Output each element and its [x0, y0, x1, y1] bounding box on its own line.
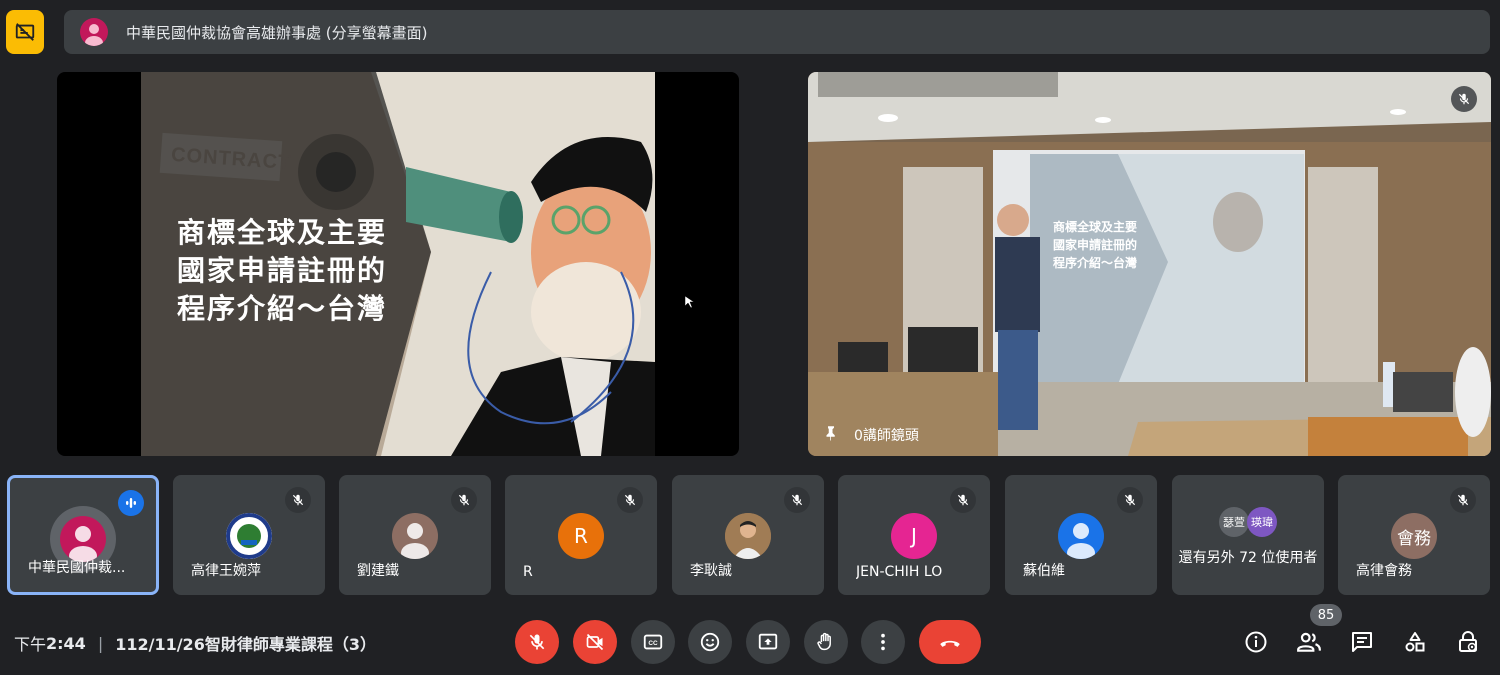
captions-button[interactable]: CC	[631, 620, 675, 664]
participant-name: 還有另外 72 位使用者	[1178, 550, 1318, 566]
participant-count-badge: 85	[1310, 604, 1342, 626]
group-avatar: 瑛瑋	[1247, 507, 1277, 537]
camera-tile[interactable]: 商標全球及主要 國家申請註冊的 程序介紹～台灣 0講師鏡頭	[808, 72, 1491, 456]
presenter-title: 中華民國仲裁協會高雄辦事處 (分享螢幕畫面)	[126, 23, 428, 42]
participant-name: R	[523, 564, 533, 580]
mic-muted-icon	[285, 487, 311, 513]
emoji-button[interactable]	[688, 620, 732, 664]
camera-tile-label: 0講師鏡頭	[822, 424, 919, 446]
shared-screen-tile[interactable]: 商標全球及主要 國家申請註冊的 程序介紹～台灣 CONTRACT	[57, 72, 739, 456]
projected-slide-line: 商標全球及主要	[1053, 220, 1138, 234]
meeting-time: 2:44	[46, 633, 86, 653]
meeting-title: 112/11/26智財律師專業課程（3）	[115, 635, 376, 654]
more-vert-icon	[881, 633, 885, 651]
participant-tile[interactable]: RR	[505, 475, 657, 595]
camera-tile-name: 0講師鏡頭	[854, 428, 919, 444]
slide-title-line: 程序介紹～台灣	[177, 292, 388, 325]
participant-avatar: R	[558, 513, 604, 559]
participant-name: 高律王婉萍	[191, 563, 261, 579]
mic-off-button[interactable]	[515, 620, 559, 664]
slide-title-line: 國家申請註冊的	[177, 254, 388, 287]
camera-tile-muted-icon	[1451, 86, 1477, 112]
participant-name: 高律會務	[1356, 563, 1412, 579]
info-button[interactable]	[1238, 624, 1274, 660]
activities-icon	[1405, 632, 1425, 652]
participant-name: 劉建鐵	[357, 563, 399, 579]
mic-muted-icon	[950, 487, 976, 513]
raise-hand-button[interactable]	[804, 620, 848, 664]
participant-name: 中華民國仲裁...	[28, 560, 126, 576]
present-button[interactable]	[746, 620, 790, 664]
participant-tile[interactable]: 會務高律會務	[1338, 475, 1490, 595]
slide-content: 商標全球及主要 國家申請註冊的 程序介紹～台灣 CONTRACT	[141, 72, 655, 456]
participant-avatar: 會務	[1391, 513, 1437, 559]
participant-avatar	[1058, 513, 1104, 559]
participant-name: JEN-CHIH LO	[856, 564, 943, 580]
meeting-info: 下午 2:44 | 112/11/26智財律師專業課程（3）	[14, 631, 376, 655]
presenter-bar: 中華民國仲裁協會高雄辦事處 (分享螢幕畫面)	[64, 10, 1490, 54]
projected-slide-line: 國家申請註冊的	[1053, 238, 1138, 252]
participant-avatar	[392, 513, 438, 559]
presentation-mode-icon[interactable]	[6, 10, 44, 54]
mic-off-icon	[529, 634, 545, 650]
pin-icon[interactable]	[822, 424, 840, 446]
emoji-icon	[700, 632, 720, 652]
participant-avatar	[725, 513, 771, 559]
more-options-button[interactable]	[861, 620, 905, 664]
participant-tile[interactable]: 蘇伯維	[1005, 475, 1157, 595]
people-button[interactable]	[1291, 624, 1327, 660]
participant-avatar	[60, 516, 106, 562]
hang-up-button[interactable]	[919, 620, 981, 664]
participant-tile[interactable]: J JEN-CHIH LO	[838, 475, 990, 595]
chat-button[interactable]	[1344, 624, 1380, 660]
participant-tile[interactable]: 中華民國仲裁...	[7, 475, 159, 595]
people-icon	[1297, 632, 1321, 652]
mic-muted-icon	[1117, 487, 1143, 513]
mic-muted-icon	[451, 487, 477, 513]
participant-tile[interactable]: 李耿誠	[672, 475, 824, 595]
activities-button[interactable]	[1397, 624, 1433, 660]
captions-icon: CC	[643, 634, 663, 650]
participant-tile[interactable]: 劉建鐵	[339, 475, 491, 595]
speaking-indicator-icon	[118, 490, 144, 516]
host-controls-icon	[1459, 631, 1477, 652]
mouse-cursor-icon	[685, 296, 695, 308]
mic-muted-icon	[784, 487, 810, 513]
meeting-separator: |	[97, 633, 104, 653]
hang-up-icon	[940, 640, 960, 647]
meet-window: 中華民國仲裁協會高雄辦事處 (分享螢幕畫面) 商標全球及主要 國家申請註冊的 程…	[0, 0, 1500, 675]
hand-icon	[817, 632, 831, 651]
svg-text:CC: CC	[648, 640, 658, 647]
presenter-avatar	[80, 18, 108, 46]
group-avatar: 瑟萱	[1219, 507, 1249, 537]
meeting-time-prefix: 下午	[14, 635, 47, 654]
camera-feed	[808, 72, 1491, 456]
participant-name: 李耿誠	[690, 563, 732, 579]
chat-icon	[1352, 632, 1372, 652]
slide-title: 商標全球及主要 國家申請註冊的 程序介紹～台灣	[177, 214, 387, 328]
slide-title-line: 商標全球及主要	[177, 216, 388, 249]
camera-off-icon	[586, 633, 604, 651]
projected-slide-line: 程序介紹～台灣	[1053, 256, 1138, 270]
camera-off-button[interactable]	[573, 620, 617, 664]
present-screen-icon	[758, 633, 778, 650]
info-icon	[1245, 631, 1267, 653]
mic-muted-icon	[1450, 487, 1476, 513]
participant-avatar	[226, 513, 272, 559]
mic-muted-icon	[617, 487, 643, 513]
participant-avatar: 瑟萱 瑛瑋	[1216, 505, 1280, 539]
host-controls-button[interactable]	[1450, 624, 1486, 660]
participant-avatar: J	[891, 513, 937, 559]
participant-name: 蘇伯維	[1023, 563, 1065, 579]
projected-slide-text: 商標全球及主要 國家申請註冊的 程序介紹～台灣	[1053, 218, 1137, 272]
participant-tile[interactable]: 瑟萱 瑛瑋還有另外 72 位使用者	[1172, 475, 1324, 595]
participant-tile[interactable]: 高律王婉萍	[173, 475, 325, 595]
